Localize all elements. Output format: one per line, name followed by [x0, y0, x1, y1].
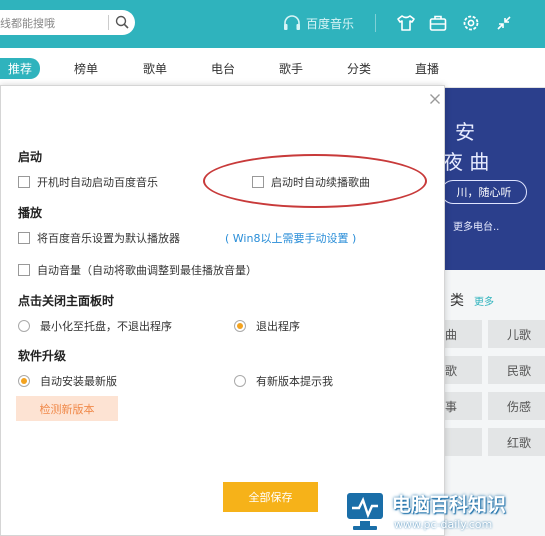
exit-program-option[interactable]: 退出程序: [234, 318, 300, 334]
brand-name: 百度音乐: [306, 16, 355, 31]
section-startup: 启动: [18, 150, 43, 164]
tab-live[interactable]: 直播: [415, 60, 439, 77]
notify-new-radio[interactable]: [234, 375, 246, 387]
category-more-link[interactable]: 更多: [474, 293, 494, 308]
auto-volume-checkbox[interactable]: [18, 264, 30, 276]
auto-install-label: 自动安装最新版: [40, 375, 117, 388]
annotation-ellipse: [203, 154, 427, 208]
tab-charts[interactable]: 榜单: [74, 60, 98, 77]
notify-new-label: 有新版本提示我: [256, 375, 333, 388]
default-player-checkbox[interactable]: [18, 232, 30, 244]
banner-play-button[interactable]: 川，随心听: [441, 180, 527, 204]
watermark-url: www.pc-daily.com: [394, 518, 493, 531]
toolbar-divider: [375, 14, 376, 32]
search-input[interactable]: 线都能搜哦: [0, 15, 55, 31]
category-tag[interactable]: 儿歌: [488, 320, 545, 348]
banner-text-2: 夜 曲: [443, 150, 490, 174]
category-tag[interactable]: 伤感: [488, 392, 545, 420]
exit-program-label: 退出程序: [256, 320, 300, 333]
banner-text-1: 安: [455, 120, 475, 144]
auto-install-option[interactable]: 自动安装最新版: [18, 373, 117, 389]
tab-recommend[interactable]: 推荐: [0, 58, 41, 79]
category-tag[interactable]: 民歌: [488, 356, 545, 384]
search-divider: [108, 15, 109, 30]
search-icon[interactable]: [114, 14, 130, 30]
settings-icon[interactable]: [461, 13, 481, 33]
shirt-icon[interactable]: [396, 13, 416, 33]
section-playback: 播放: [18, 206, 43, 220]
tab-categories[interactable]: 分类: [347, 60, 371, 77]
minimize-tray-label: 最小化至托盘，不退出程序: [40, 320, 172, 333]
category-title: 类: [450, 293, 464, 309]
close-icon[interactable]: [430, 94, 440, 104]
main-nav: 推荐 榜单 歌单 电台 歌手 分类 直播: [0, 48, 545, 88]
default-player-option[interactable]: 将百度音乐设置为默认播放器: [18, 230, 180, 246]
save-all-button[interactable]: 全部保存: [223, 482, 318, 512]
auto-start-label: 开机时自动启动百度音乐: [37, 176, 158, 189]
auto-volume-option[interactable]: 自动音量（自动将歌曲调整到最佳播放音量）: [18, 262, 257, 278]
tab-artists[interactable]: 歌手: [279, 60, 303, 77]
monitor-logo-icon: [345, 491, 385, 530]
minimize-tray-option[interactable]: 最小化至托盘，不退出程序: [18, 318, 172, 334]
check-version-button[interactable]: 检测新版本: [16, 396, 118, 421]
section-upgrade: 软件升级: [18, 349, 67, 363]
minimize-tray-radio[interactable]: [18, 320, 30, 332]
settings-dialog: [0, 85, 445, 536]
more-radio-link[interactable]: 更多电台..: [453, 218, 499, 233]
default-player-label: 将百度音乐设置为默认播放器: [37, 232, 180, 245]
top-bar: 线都能搜哦 百度音乐: [0, 0, 545, 48]
auto-install-radio[interactable]: [18, 375, 30, 387]
auto-start-option[interactable]: 开机时自动启动百度音乐: [18, 174, 158, 190]
brand-logo: 百度音乐: [282, 13, 354, 33]
watermark: 电脑百科知识 www.pc-daily.com: [340, 486, 545, 536]
shrink-icon[interactable]: [494, 13, 514, 33]
search-box[interactable]: 线都能搜哦: [0, 10, 135, 35]
auto-start-checkbox[interactable]: [18, 176, 30, 188]
tab-radio[interactable]: 电台: [211, 60, 235, 77]
notify-new-option[interactable]: 有新版本提示我: [234, 373, 333, 389]
tab-playlists[interactable]: 歌单: [143, 60, 167, 77]
headphones-icon: [284, 15, 300, 30]
section-close-panel: 点击关闭主面板时: [18, 294, 115, 308]
toolbox-icon[interactable]: [428, 13, 448, 33]
auto-volume-label: 自动音量（自动将歌曲调整到最佳播放音量）: [37, 264, 257, 277]
category-tag[interactable]: 红歌: [488, 428, 545, 456]
win8-note: ( Win8以上需要手动设置 ): [225, 232, 357, 245]
exit-program-radio[interactable]: [234, 320, 246, 332]
watermark-title: 电脑百科知识: [392, 494, 507, 516]
